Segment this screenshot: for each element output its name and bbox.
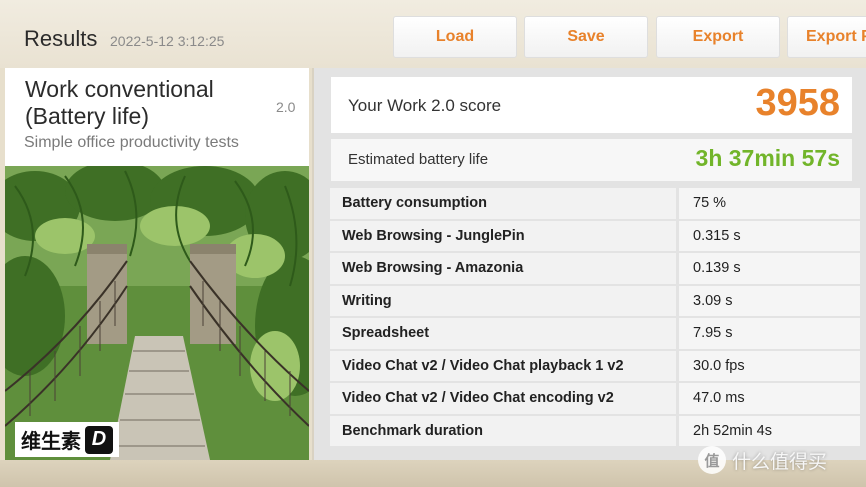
metric-value: 47.0 ms (679, 383, 860, 416)
table-row: Web Browsing - JunglePin 0.315 s (330, 220, 860, 253)
metric-value: 0.139 s (679, 253, 860, 286)
export-button[interactable]: Export (656, 16, 780, 58)
table-row: Battery consumption 75 % (330, 188, 860, 221)
save-button[interactable]: Save (524, 16, 648, 58)
battery-life-label: Estimated battery life (348, 151, 489, 168)
metric-value: 30.0 fps (679, 350, 860, 383)
load-button[interactable]: Load (393, 16, 517, 58)
logo-mark-icon: D (85, 425, 113, 454)
metric-name: Writing (330, 285, 679, 318)
metrics-table: Battery consumption 75 % Web Browsing - … (330, 188, 860, 448)
logo-text: 维生素 (21, 431, 81, 453)
table-row: Video Chat v2 / Video Chat encoding v2 4… (330, 383, 860, 416)
table-row: Web Browsing - Amazonia 0.139 s (330, 253, 860, 286)
metric-value: 3.09 s (679, 285, 860, 318)
score-card: Your Work 2.0 score 3958 (330, 76, 853, 134)
table-row: Writing 3.09 s (330, 285, 860, 318)
site-watermark-text: 什么值得买 (732, 451, 828, 473)
metric-value: 0.315 s (679, 220, 860, 253)
site-watermark: 值 什么值得买 (698, 446, 827, 474)
page-title: Results (24, 26, 98, 51)
export-pdf-button[interactable]: Export P (787, 16, 866, 58)
battery-life-card: Estimated battery life 3h 37min 57s (330, 138, 853, 182)
table-row: Spreadsheet 7.95 s (330, 318, 860, 351)
results-timestamp: 2022-5-12 3:12:25 (110, 33, 225, 49)
metric-name: Web Browsing - Amazonia (330, 253, 679, 286)
metric-name: Spreadsheet (330, 318, 679, 351)
test-scene-image (5, 166, 309, 460)
test-version: 2.0 (276, 99, 296, 115)
test-name: Work conventional (Battery life) (25, 76, 214, 129)
score-panel: Your Work 2.0 score 3958 Estimated batte… (314, 68, 866, 460)
table-row: Benchmark duration 2h 52min 4s (330, 415, 860, 448)
metric-value: 75 % (679, 188, 860, 221)
metric-name: Video Chat v2 / Video Chat encoding v2 (330, 383, 679, 416)
metric-name: Web Browsing - JunglePin (330, 220, 679, 253)
score-value: 3958 (755, 82, 840, 124)
metric-name: Battery consumption (330, 188, 679, 221)
metric-name: Benchmark duration (330, 415, 679, 448)
site-logo-icon: 值 (698, 446, 726, 474)
vitamin-logo-watermark: 维生素 D (15, 422, 119, 457)
table-row: Video Chat v2 / Video Chat playback 1 v2… (330, 350, 860, 383)
score-label: Your Work 2.0 score (348, 96, 502, 115)
test-info-panel: Work conventional (Battery life) 2.0 Sim… (5, 68, 309, 460)
metric-value: 2h 52min 4s (679, 415, 860, 448)
battery-life-value: 3h 37min 57s (695, 145, 840, 171)
results-header: Results 2022-5-12 3:12:25 Load Save Expo… (0, 0, 866, 68)
metric-name: Video Chat v2 / Video Chat playback 1 v2 (330, 350, 679, 383)
test-description: Simple office productivity tests (24, 134, 239, 151)
metric-value: 7.95 s (679, 318, 860, 351)
